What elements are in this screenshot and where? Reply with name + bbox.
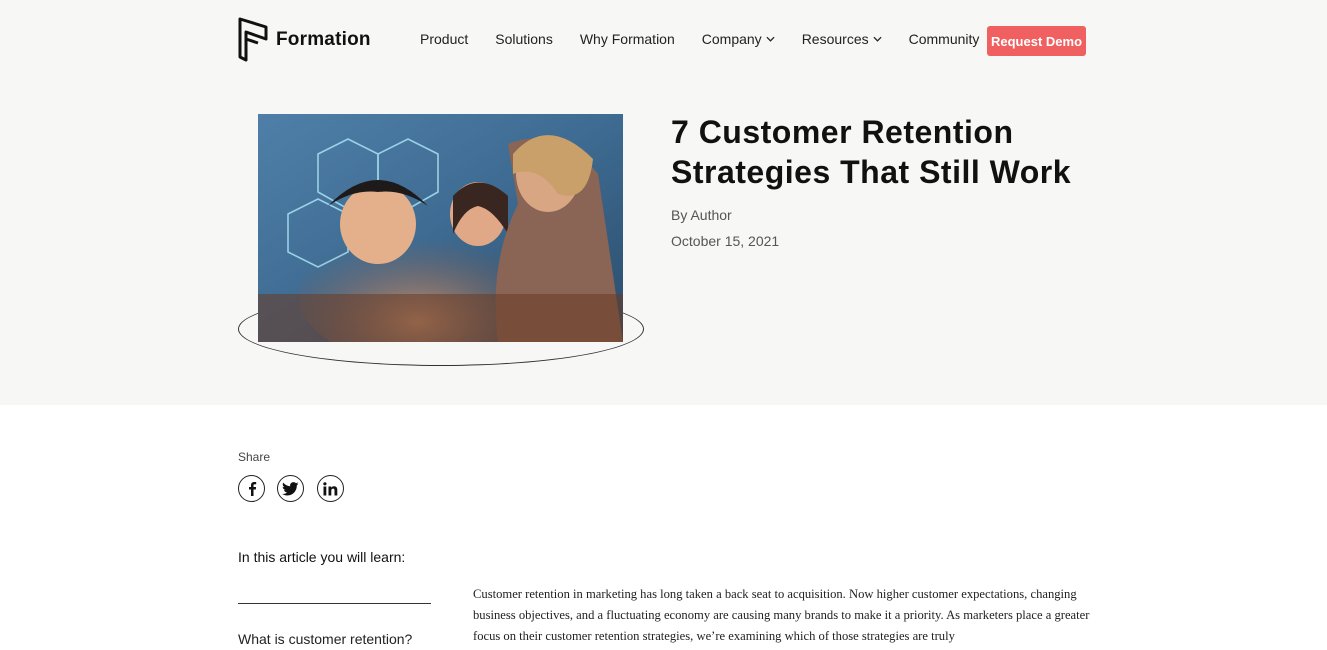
nav-item-community[interactable]: Community [909, 31, 980, 47]
nav-item-solutions[interactable]: Solutions [495, 31, 553, 47]
article-intro-paragraph: Customer retention in marketing has long… [473, 587, 1090, 643]
facebook-share-button[interactable] [238, 475, 265, 502]
share-label: Share [238, 450, 271, 464]
brand-logo[interactable]: Formation [238, 17, 371, 62]
article-author: By Author [671, 207, 732, 223]
toc-item-what-is-customer-retention[interactable]: What is customer retention? [238, 631, 412, 647]
twitter-icon [282, 481, 299, 495]
nav-item-why-formation[interactable]: Why Formation [580, 31, 675, 47]
facebook-icon [248, 482, 256, 496]
toc-divider [238, 603, 431, 604]
nav-label: Resources [801, 31, 869, 47]
hero-section [0, 0, 1327, 405]
chevron-down-icon [873, 36, 882, 42]
brand-name: Formation [276, 28, 371, 50]
article-date: October 15, 2021 [671, 233, 780, 249]
nav-item-product[interactable]: Product [420, 31, 468, 47]
nav-item-company[interactable]: Company [702, 31, 775, 47]
nav-item-resources[interactable]: Resources [802, 31, 882, 47]
nav-label: Solutions [495, 31, 553, 47]
formation-logo-icon [238, 17, 268, 62]
linkedin-icon [323, 481, 338, 495]
twitter-share-button[interactable] [277, 475, 304, 502]
nav-label: Product [420, 31, 469, 47]
toc-heading: In this article you will learn: [238, 549, 406, 565]
article-title: 7 Customer Retention Strategies That Sti… [671, 114, 1072, 190]
hero-image [258, 114, 623, 342]
nav-label: Why Formation [579, 31, 675, 47]
main-nav: Product Solutions Why Formation Company … [420, 31, 1006, 47]
request-demo-button[interactable]: Request Demo [987, 26, 1086, 56]
nav-label: Community [908, 31, 980, 47]
linkedin-share-button[interactable] [317, 475, 344, 502]
chevron-down-icon [766, 36, 775, 42]
nav-label: Company [701, 31, 762, 47]
